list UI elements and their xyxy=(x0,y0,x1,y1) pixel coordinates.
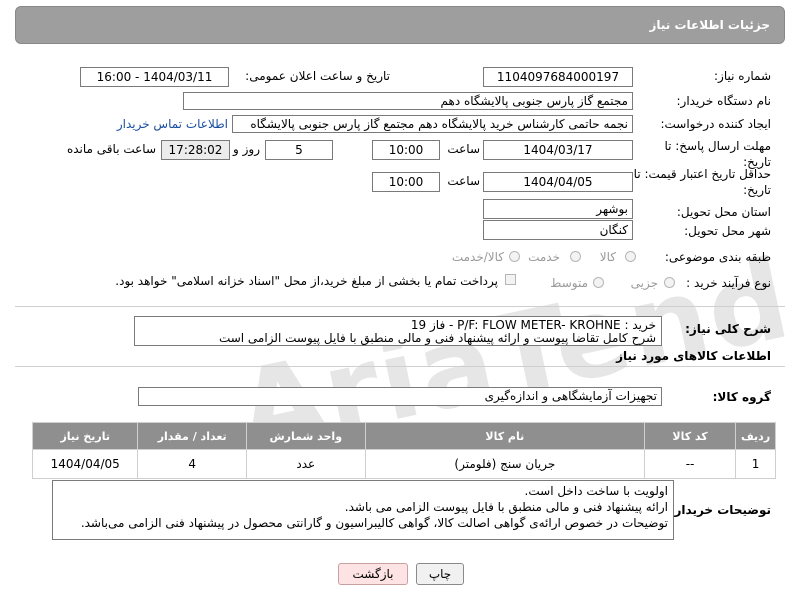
col-date: تاریخ نیاز xyxy=(31,422,139,450)
goods-group-label: گروه کالا: xyxy=(712,390,771,404)
buyer-notes-label: توضیحات خریدار: xyxy=(669,503,771,517)
city-field: کنگان xyxy=(483,220,633,240)
col-code: کد کالا xyxy=(644,422,737,450)
remaining-label: ساعت باقی مانده xyxy=(66,142,156,156)
page-header: جزئیات اطلاعات نیاز xyxy=(15,6,785,44)
creator-field: نجمه حاتمی کارشناس خرید پالایشگاه دهم مج… xyxy=(232,115,633,133)
cell-qty: 4 xyxy=(137,449,247,479)
need-number-field: 1104097684000197 xyxy=(483,67,633,87)
description-box: خرید : P/F: FLOW METER- KROHNE - فاز 19 … xyxy=(134,316,662,346)
province-field: بوشهر xyxy=(483,199,633,219)
contact-buyer-link[interactable]: اطلاعات تماس خریدار xyxy=(117,117,228,131)
category-goods-service-label: کالا/خدمت xyxy=(451,250,504,264)
price-validity-label: حداقل تاریخ اعتبار قیمت: تا تاریخ: xyxy=(633,167,771,197)
col-name: نام کالا xyxy=(364,422,646,450)
goods-section-title: اطلاعات کالاهای مورد نیاز xyxy=(616,349,771,363)
buyer-label: نام دستگاه خریدار: xyxy=(676,94,772,108)
cell-row: 1 xyxy=(735,449,776,479)
divider xyxy=(15,306,785,307)
treasury-checkbox[interactable] xyxy=(505,274,516,285)
category-radio-service[interactable] xyxy=(570,251,581,262)
creator-label: ایجاد کننده درخواست: xyxy=(660,117,771,131)
buyer-notes-line-2: ارائه پیشنهاد فنی و مالی منطبق با فایل پ… xyxy=(344,500,668,514)
buyer-notes-line-1: اولویت با ساخت داخل است. xyxy=(524,484,668,498)
buyer-notes-box: اولویت با ساخت داخل است. ارائه پیشنهاد ف… xyxy=(52,480,674,540)
process-medium-label: متوسط xyxy=(550,276,588,290)
need-number-label: شماره نیاز: xyxy=(714,69,771,83)
cell-unit: عدد xyxy=(245,449,366,479)
deadline-time-field: 10:00 xyxy=(372,140,440,160)
deadline-time-label: ساعت xyxy=(447,142,480,156)
deadline-date-field: 1404/03/17 xyxy=(483,140,633,160)
col-row: ردیف xyxy=(735,422,776,450)
remaining-time-field: 17:28:02 xyxy=(161,140,230,160)
city-label: شهر محل تحویل: xyxy=(684,224,771,238)
process-radio-medium[interactable] xyxy=(593,277,604,288)
process-radio-minor[interactable] xyxy=(664,277,675,288)
goods-table: ردیف کد کالا نام کالا واحد شمارش تعداد /… xyxy=(31,422,776,479)
category-radio-goods-service[interactable] xyxy=(509,251,520,262)
buyer-notes-line-3: توضیحات در خصوص ارائه‌ی گواهی اصالت کالا… xyxy=(80,516,668,530)
buyer-field: مجتمع گاز پارس جنوبی پالایشگاه دهم xyxy=(183,92,633,110)
days-field: 5 xyxy=(265,140,333,160)
category-radio-goods[interactable] xyxy=(625,251,636,262)
price-time-label: ساعت xyxy=(447,174,480,188)
description-line-2: شرح کامل تقاضا پیوست و ارائه پیشنهاد فنی… xyxy=(218,331,656,345)
province-label: استان محل تحویل: xyxy=(676,205,771,219)
price-time-field: 10:00 xyxy=(372,172,440,192)
cell-code: -- xyxy=(644,449,737,479)
announce-label: تاریخ و ساعت اعلان عمومی: xyxy=(245,69,390,83)
treasury-note: پرداخت تمام یا بخشی از مبلغ خرید،از محل … xyxy=(115,274,498,288)
col-unit: واحد شمارش xyxy=(245,422,366,450)
table-row: 1 -- جریان سنج (فلومتر) عدد 4 1404/04/05 xyxy=(31,449,776,479)
page-title: جزئیات اطلاعات نیاز xyxy=(649,18,770,32)
description-label: شرح کلی نیاز: xyxy=(685,322,771,336)
days-label: روز و xyxy=(233,142,260,156)
cell-name: جریان سنج (فلومتر) xyxy=(364,449,646,479)
col-qty: تعداد / مقدار xyxy=(137,422,247,450)
cell-date: 1404/04/05 xyxy=(31,449,139,479)
table-header-row: ردیف کد کالا نام کالا واحد شمارش تعداد /… xyxy=(31,422,776,450)
back-button[interactable]: بازگشت xyxy=(338,563,408,585)
print-button[interactable]: چاپ xyxy=(416,563,464,585)
process-label: نوع فرآیند خرید : xyxy=(686,276,771,290)
goods-group-field: تجهیزات آزمایشگاهی و اندازه‌گیری xyxy=(138,387,662,406)
divider xyxy=(15,366,785,367)
category-goods-label: کالا xyxy=(599,250,616,264)
announce-field: 1404/03/11 - 16:00 xyxy=(80,67,229,87)
category-service-label: خدمت xyxy=(528,250,560,264)
process-minor-label: جزیی xyxy=(630,276,658,290)
category-label: طبقه بندی موضوعی: xyxy=(664,250,771,264)
price-date-field: 1404/04/05 xyxy=(483,172,633,192)
